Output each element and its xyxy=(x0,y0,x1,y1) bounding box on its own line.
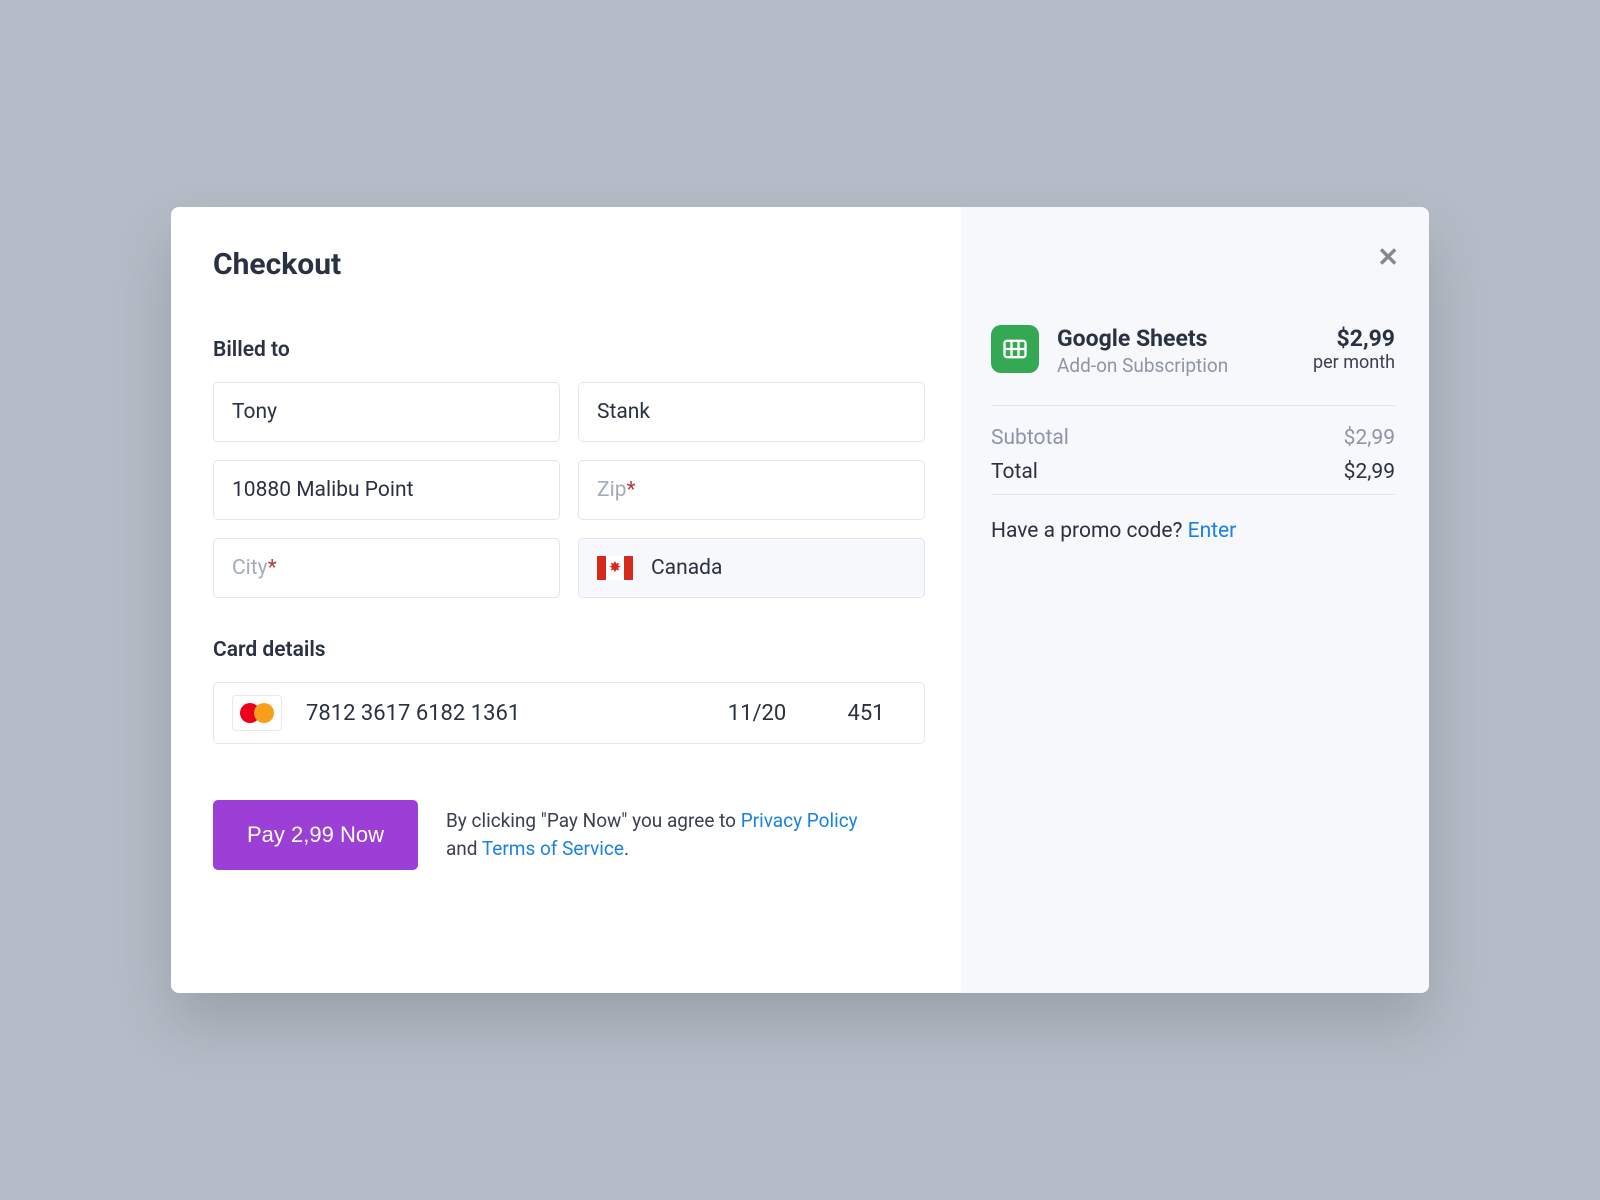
agreement-text: By clicking "Pay Now" you agree to Priva… xyxy=(446,807,866,862)
total-label: Total xyxy=(991,460,1038,484)
billed-to-label: Billed to xyxy=(213,338,925,362)
total-value: $2,99 xyxy=(1344,460,1395,484)
divider xyxy=(991,494,1395,495)
zip-field[interactable]: Zip* xyxy=(578,460,925,520)
product-row: Google Sheets Add-on Subscription $2,99 … xyxy=(991,325,1395,377)
mastercard-icon xyxy=(232,695,282,731)
divider xyxy=(991,405,1395,406)
card-cvv: 451 xyxy=(826,701,906,726)
zip-placeholder: Zip xyxy=(597,478,626,502)
page-title: Checkout xyxy=(213,247,925,282)
address-input[interactable] xyxy=(232,478,541,502)
product-name: Google Sheets xyxy=(1057,325,1295,352)
card-number: 7812 3617 6182 1361 xyxy=(306,701,688,726)
promo-row: Have a promo code? Enter xyxy=(991,519,1395,543)
card-details-label: Card details xyxy=(213,638,925,662)
country-value: Canada xyxy=(651,556,722,580)
product-price: $2,99 xyxy=(1313,325,1395,352)
product-period: per month xyxy=(1313,352,1395,373)
privacy-policy-link[interactable]: Privacy Policy xyxy=(741,809,858,832)
city-placeholder: City xyxy=(232,556,268,580)
checkout-form-panel: Checkout Billed to Zip* City* xyxy=(171,207,961,993)
last-name-field[interactable] xyxy=(578,382,925,442)
subtotal-value: $2,99 xyxy=(1344,426,1395,450)
close-icon[interactable]: ✕ xyxy=(1377,243,1399,273)
order-summary-panel: ✕ Google Sheets Add-on Subscription $2,9… xyxy=(961,207,1429,993)
google-sheets-icon xyxy=(991,325,1039,373)
promo-enter-link[interactable]: Enter xyxy=(1188,519,1237,543)
subtotal-row: Subtotal $2,99 xyxy=(991,426,1395,450)
country-select[interactable]: Canada xyxy=(578,538,925,598)
terms-of-service-link[interactable]: Terms of Service xyxy=(482,837,624,860)
address-field[interactable] xyxy=(213,460,560,520)
promo-text: Have a promo code? xyxy=(991,519,1188,543)
first-name-input[interactable] xyxy=(232,400,541,424)
first-name-field[interactable] xyxy=(213,382,560,442)
pay-now-button[interactable]: Pay 2,99 Now xyxy=(213,800,418,870)
subtotal-label: Subtotal xyxy=(991,426,1069,450)
canada-flag-icon xyxy=(597,556,633,580)
checkout-modal: Checkout Billed to Zip* City* xyxy=(171,207,1429,993)
card-details-row[interactable]: 7812 3617 6182 1361 11/20 451 xyxy=(213,682,925,744)
product-subtitle: Add-on Subscription xyxy=(1057,354,1295,377)
city-field[interactable]: City* xyxy=(213,538,560,598)
total-row: Total $2,99 xyxy=(991,460,1395,484)
card-expiry: 11/20 xyxy=(712,701,802,726)
last-name-input[interactable] xyxy=(597,400,906,424)
